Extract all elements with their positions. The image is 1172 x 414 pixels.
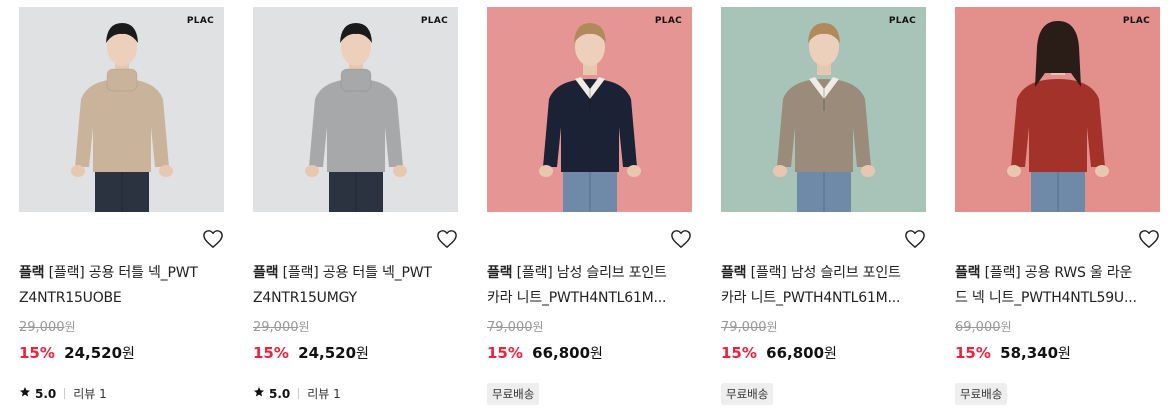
- original-price-value: 79,000: [487, 320, 533, 335]
- sale-price: 24,520: [64, 344, 123, 362]
- sale-price: 66,800: [766, 344, 825, 362]
- product-brand: 플랙: [19, 265, 45, 281]
- divider: [64, 388, 66, 399]
- rating-row: 5.0 리뷰 1: [19, 385, 107, 402]
- product-name-line2: Z4NTR15UOBE: [19, 290, 122, 306]
- original-price: 79,000원: [487, 318, 544, 335]
- currency-unit: 원: [122, 346, 135, 362]
- currency-unit: 원: [532, 320, 544, 334]
- product-image[interactable]: PLAC: [955, 7, 1160, 212]
- discount-rate: 15%: [253, 344, 289, 362]
- divider: [298, 388, 300, 399]
- product-name-line2: 카라 니트_PWTH4NTL61M...: [721, 290, 901, 306]
- currency-unit: 원: [356, 346, 369, 362]
- currency-unit: 원: [766, 320, 778, 334]
- original-price: 69,000원: [955, 318, 1012, 335]
- star-icon: [19, 386, 35, 401]
- discount-rate: 15%: [19, 344, 55, 362]
- product-card[interactable]: PLAC 플랙 [플랙] 공용 터틀 넥_PWT Z4NTR15UMGY 29,…: [253, 7, 458, 401]
- product-title[interactable]: 플랙 [플랙] 남성 슬리브 포인트 카라 니트_PWTH4NTL61M...: [721, 261, 926, 311]
- product-brand: 플랙: [487, 265, 513, 281]
- heart-icon[interactable]: [436, 229, 458, 249]
- free-shipping-badge: 무료배송: [955, 383, 1008, 405]
- discount-rate: 15%: [487, 344, 523, 362]
- currency-unit: 원: [824, 346, 837, 362]
- sale-price-row: 15% 58,340원: [955, 343, 1071, 363]
- brand-logo: PLAC: [186, 16, 214, 26]
- heart-icon[interactable]: [904, 229, 926, 249]
- currency-unit: 원: [298, 320, 310, 334]
- product-name-line1: [플랙] 공용 터틀 넥_PWT: [282, 265, 432, 281]
- sale-price: 24,520: [298, 344, 357, 362]
- brand-logo: PLAC: [420, 16, 448, 26]
- heart-icon[interactable]: [1138, 229, 1160, 249]
- product-name-line2: 드 넥 니트_PWTH4NTL59U...: [955, 290, 1137, 306]
- product-image[interactable]: PLAC: [721, 7, 926, 212]
- original-price-value: 79,000: [721, 320, 767, 335]
- heart-icon[interactable]: [670, 229, 692, 249]
- product-card[interactable]: PLAC 플랙 [플랙] 공용 터틀 넥_PWT Z4NTR15UOBE 29,…: [19, 7, 224, 401]
- review-count: 리뷰 1: [307, 387, 341, 401]
- rating-row: 5.0 리뷰 1: [253, 385, 341, 402]
- product-card[interactable]: PLAC 플랙 [플랙] 남성 슬리브 포인트 카라 니트_PWTH4NTL61…: [487, 7, 692, 405]
- sale-price-row: 15% 66,800원: [487, 343, 603, 363]
- original-price-value: 69,000: [955, 320, 1001, 335]
- product-card[interactable]: PLAC 플랙 [플랙] 남성 슬리브 포인트 카라 니트_PWTH4NTL61…: [721, 7, 926, 405]
- product-title[interactable]: 플랙 [플랙] 공용 터틀 넥_PWT Z4NTR15UMGY: [253, 261, 458, 311]
- product-name-line2: Z4NTR15UMGY: [253, 290, 357, 306]
- rating-score: 5.0: [35, 386, 57, 401]
- sale-price: 58,340: [1000, 344, 1059, 362]
- product-grid: PLAC 플랙 [플랙] 공용 터틀 넥_PWT Z4NTR15UOBE 29,…: [0, 0, 1172, 414]
- review-count: 리뷰 1: [73, 387, 107, 401]
- discount-rate: 15%: [955, 344, 991, 362]
- product-name-line1: [플랙] 남성 슬리브 포인트: [750, 265, 901, 281]
- rating-score: 5.0: [269, 386, 291, 401]
- currency-unit: 원: [64, 320, 76, 334]
- product-name-line1: [플랙] 공용 RWS 울 라운: [984, 265, 1133, 281]
- product-name-line1: [플랙] 공용 터틀 넥_PWT: [48, 265, 198, 281]
- sale-price: 66,800: [532, 344, 591, 362]
- brand-logo: PLAC: [654, 16, 682, 26]
- star-icon: [253, 386, 269, 401]
- product-title[interactable]: 플랙 [플랙] 공용 터틀 넥_PWT Z4NTR15UOBE: [19, 261, 224, 311]
- original-price: 29,000원: [19, 318, 76, 335]
- product-brand: 플랙: [955, 265, 981, 281]
- brand-logo: PLAC: [888, 16, 916, 26]
- original-price: 79,000원: [721, 318, 778, 335]
- free-shipping-badge: 무료배송: [721, 383, 774, 405]
- product-brand: 플랙: [721, 265, 747, 281]
- original-price-value: 29,000: [253, 320, 299, 335]
- original-price: 29,000원: [253, 318, 310, 335]
- product-brand: 플랙: [253, 265, 279, 281]
- currency-unit: 원: [590, 346, 603, 362]
- product-image[interactable]: PLAC: [19, 7, 224, 212]
- product-name-line1: [플랙] 남성 슬리브 포인트: [516, 265, 667, 281]
- currency-unit: 원: [1058, 346, 1071, 362]
- heart-icon[interactable]: [202, 229, 224, 249]
- currency-unit: 원: [1000, 320, 1012, 334]
- discount-rate: 15%: [721, 344, 757, 362]
- product-name-line2: 카라 니트_PWTH4NTL61M...: [487, 290, 667, 306]
- product-title[interactable]: 플랙 [플랙] 공용 RWS 울 라운 드 넥 니트_PWTH4NTL59U..…: [955, 261, 1160, 311]
- product-image[interactable]: PLAC: [487, 7, 692, 212]
- sale-price-row: 15% 24,520원: [253, 343, 369, 363]
- sale-price-row: 15% 66,800원: [721, 343, 837, 363]
- product-title[interactable]: 플랙 [플랙] 남성 슬리브 포인트 카라 니트_PWTH4NTL61M...: [487, 261, 692, 311]
- sale-price-row: 15% 24,520원: [19, 343, 135, 363]
- product-image[interactable]: PLAC: [253, 7, 458, 212]
- brand-logo: PLAC: [1122, 16, 1150, 26]
- original-price-value: 29,000: [19, 320, 65, 335]
- product-card[interactable]: PLAC 플랙 [플랙] 공용 RWS 울 라운 드 넥 니트_PWTH4NTL…: [955, 7, 1160, 405]
- free-shipping-badge: 무료배송: [487, 383, 540, 405]
